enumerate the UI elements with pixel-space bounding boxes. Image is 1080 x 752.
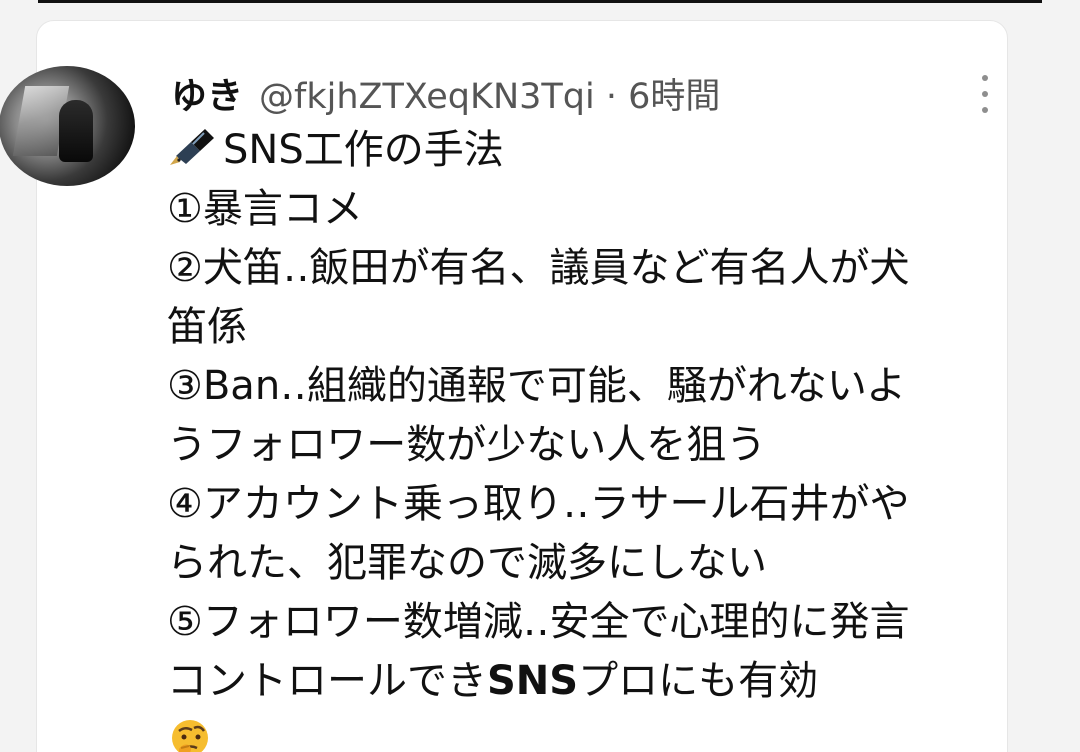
more-dot (982, 75, 988, 81)
tweet-emoji-line (167, 711, 1017, 752)
tweet-title-line: SNS工作の手法 (167, 121, 1017, 180)
tweet-line-9-bold: SNS (487, 658, 579, 704)
more-options-icon[interactable] (978, 75, 992, 113)
tweet-card[interactable]: ゆき @fkjhZTXeqKN3Tqi · 6時間 SNS工作の手法 ①暴言コメ… (0, 20, 1008, 752)
author-handle-and-time[interactable]: @fkjhZTXeqKN3Tqi · 6時間 (259, 68, 720, 119)
tweet-line-1: ①暴言コメ (167, 186, 363, 232)
tweet-title: SNS工作の手法 (223, 127, 504, 173)
screenshot-page: ゆき @fkjhZTXeqKN3Tqi · 6時間 SNS工作の手法 ①暴言コメ… (0, 0, 1080, 752)
tweet-line-5: うフォロワー数が少ない人を狙う (167, 422, 767, 468)
more-dot (982, 107, 988, 113)
tweet-line-9: コントロールできSNSプロにも有効 (167, 652, 1017, 711)
tweet-line-2: ②犬笛‥飯田が有名、議員など有名人が犬 (167, 245, 910, 291)
tweet-line-6: ④アカウント乗っ取り‥ラサール石井がや (167, 481, 910, 527)
tweet-line-7: られた、犯罪なので滅多にしない (167, 540, 767, 586)
top-divider (38, 0, 1042, 3)
tweet-text: SNS工作の手法 ①暴言コメ ②犬笛‥飯田が有名、議員など有名人が犬 笛係 ③B… (167, 121, 1017, 752)
tweet-header: ゆき @fkjhZTXeqKN3Tqi · 6時間 (171, 67, 720, 119)
thinking-face-icon (172, 720, 208, 752)
tweet-line-9-end: プロにも有効 (578, 658, 819, 704)
tweet-line-3: 笛係 (167, 304, 247, 350)
tweet-line-8: ⑤フォロワー数増減‥安全で心理的に発言 (167, 599, 910, 645)
avatar[interactable] (0, 66, 135, 186)
author-name[interactable]: ゆき (171, 67, 243, 119)
tweet-line-9-start: コントロールでき (167, 658, 487, 704)
more-dot (982, 91, 988, 97)
tweet-line-4: ③Ban‥組織的通報で可能、騒がれないよ (167, 363, 907, 409)
pen-icon (170, 129, 214, 165)
